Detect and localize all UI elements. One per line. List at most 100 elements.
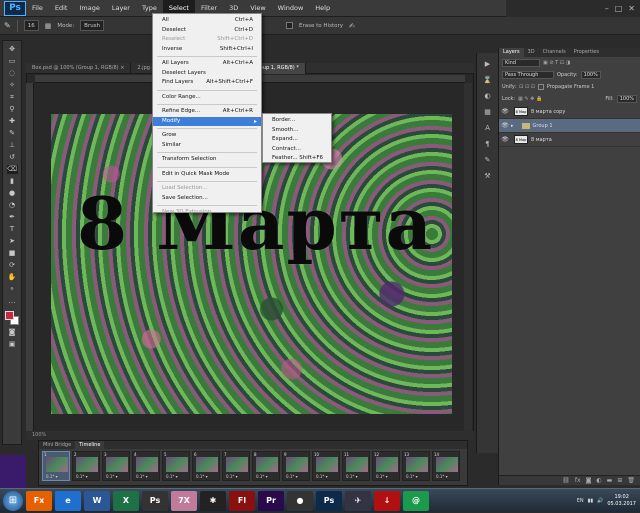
select-menu-item[interactable]: Reselect Shift+Ctrl+D (153, 35, 261, 45)
modify-menu-item[interactable]: Feather... Shift+F6 (263, 154, 331, 164)
quick-mask-icon[interactable]: ◙ (7, 328, 18, 337)
quick-select-tool-icon[interactable]: ✧ (7, 81, 18, 90)
frame-delay[interactable]: 0.1* ▾ (226, 474, 238, 479)
path-select-tool-icon[interactable]: ➤ (7, 237, 18, 246)
clone-stamp-tool-icon[interactable]: ⊥ (7, 141, 18, 150)
taskbar-app-icon[interactable]: W (84, 490, 110, 511)
select-menu-item[interactable]: Grow (153, 131, 261, 141)
select-menu-item[interactable]: Transform Selection (153, 155, 261, 165)
visibility-eye-icon[interactable]: 👁 (499, 122, 511, 129)
marquee-tool-icon[interactable]: ▭ (7, 57, 18, 66)
close-button[interactable]: ✕ (628, 4, 635, 13)
clock[interactable]: 19:02 05.03.2017 (607, 494, 636, 508)
select-menu-item[interactable]: Inverse Shift+Ctrl+I (153, 45, 261, 55)
menu-file[interactable]: File (26, 0, 49, 17)
volume-icon[interactable]: 🔊 (597, 498, 603, 504)
doc-tab-box[interactable]: Box.psd @ 100% (Group 1, RGB/8) × (26, 63, 132, 74)
taskbar-app-icon[interactable]: ✈ (345, 490, 371, 511)
tablet-pressure-icon[interactable]: ✍ (349, 22, 355, 30)
text-icon[interactable]: A (481, 123, 495, 133)
zoom-tool-icon[interactable]: ⚬ (7, 285, 18, 294)
timeline-frame[interactable]: 1 0.1* ▾ (42, 451, 70, 481)
brush-preset-icon[interactable]: ✎ (481, 155, 495, 165)
layer-row[interactable]: 👁 8 Map 8 марта copy (499, 105, 640, 119)
select-menu-item[interactable]: All Ctrl+A (153, 16, 261, 26)
select-menu-item[interactable]: Modify ▸ (153, 116, 261, 126)
select-menu-item[interactable]: Deselect Ctrl+D (153, 26, 261, 36)
new-layer-icon[interactable]: ⊞ (617, 477, 622, 484)
brush-panel-icon[interactable]: ▦ (45, 22, 52, 30)
frame-delay[interactable]: 0.1* ▾ (136, 474, 148, 479)
3d-tool-icon[interactable]: ⟳ (7, 261, 18, 270)
taskbar-app-icon[interactable]: Pr (258, 490, 284, 511)
taskbar-app-icon[interactable]: ✱ (200, 490, 226, 511)
tab-layers[interactable]: Layers (499, 48, 524, 57)
menu-image[interactable]: Image (73, 0, 105, 17)
timeline-frame[interactable]: 14 0.1* ▾ (432, 451, 460, 481)
blend-mode-select[interactable]: Pass Through (502, 71, 554, 79)
erase-history-checkbox[interactable] (286, 22, 294, 29)
paragraph-icon[interactable]: ¶ (481, 139, 495, 149)
taskbar-app-icon[interactable]: Fl (229, 490, 255, 511)
tab-properties[interactable]: Properties (570, 48, 603, 57)
link-layers-icon[interactable]: ⛓ (562, 477, 570, 484)
layer-row[interactable]: 👁 8 Map 8 марта (499, 133, 640, 147)
taskbar-app-icon[interactable]: Ps (142, 490, 168, 511)
maximize-button[interactable]: □ (615, 4, 623, 13)
history-brush-tool-icon[interactable]: ↺ (7, 153, 18, 162)
timeline-frame[interactable]: 13 0.1* ▾ (402, 451, 430, 481)
taskbar-app-icon[interactable]: 7X (171, 490, 197, 511)
gradient-tool-icon[interactable]: ▮ (7, 177, 18, 186)
color-icon[interactable]: ◐ (481, 91, 495, 101)
fill-field[interactable]: 100% (616, 95, 637, 103)
modify-menu-item[interactable]: Border... (263, 116, 331, 126)
frame-delay[interactable]: 0.1* ▾ (406, 474, 418, 479)
shape-tool-icon[interactable]: ■ (7, 249, 18, 258)
brush-size-field[interactable]: 16 (23, 20, 39, 31)
timeline-frame[interactable]: 7 0.1* ▾ (222, 451, 250, 481)
eraser-tool-icon[interactable]: ⌫ (6, 165, 18, 174)
frame-delay[interactable]: 0.1* ▾ (346, 474, 358, 479)
vertical-scrollbar[interactable] (464, 83, 472, 431)
language-indicator[interactable]: EN (577, 498, 584, 504)
timeline-frame[interactable]: 10 0.1* ▾ (312, 451, 340, 481)
healing-tool-icon[interactable]: ✚ (7, 117, 18, 126)
select-menu-item[interactable]: New 3D Extrusion (153, 208, 261, 218)
select-menu-item[interactable]: Edit in Quick Mask Mode (153, 170, 261, 180)
expand-arrow-icon[interactable]: ▸ (511, 123, 514, 129)
eraser-icon[interactable]: ✎ (4, 21, 11, 30)
select-menu-item[interactable]: All Layers Alt+Ctrl+A (153, 59, 261, 69)
taskbar-app-icon[interactable]: Ps (316, 490, 342, 511)
taskbar-app-icon[interactable]: X (113, 490, 139, 511)
select-menu-item[interactable]: Load Selection... (153, 184, 261, 194)
taskbar-app-icon[interactable]: @ (403, 490, 429, 511)
timeline-frame[interactable]: 8 0.1* ▾ (252, 451, 280, 481)
timeline-frame[interactable]: 2 0.1* ▾ (72, 451, 100, 481)
select-menu-item[interactable]: Save Selection... (153, 194, 261, 204)
type-tool-icon[interactable]: T (7, 225, 18, 234)
frame-delay[interactable]: 0.1* ▾ (316, 474, 328, 479)
menu-help[interactable]: Help (309, 0, 336, 17)
frame-delay[interactable]: 0.1* ▾ (46, 474, 58, 479)
timeline-frame[interactable]: 3 0.1* ▾ (102, 451, 130, 481)
timeline-frame[interactable]: 5 0.1* ▾ (162, 451, 190, 481)
eyedropper-tool-icon[interactable]: ⚲ (7, 105, 18, 114)
network-icon[interactable]: ▮▮ (588, 498, 594, 504)
color-swatches[interactable] (5, 311, 19, 325)
select-menu-item[interactable]: Color Range... (153, 93, 261, 103)
select-menu-item[interactable]: Similar (153, 141, 261, 151)
hand-tool-icon[interactable]: ✋ (7, 273, 18, 282)
taskbar-app-icon[interactable]: e (55, 490, 81, 511)
frame-delay[interactable]: 0.1* ▾ (286, 474, 298, 479)
timeline-frame[interactable]: 6 0.1* ▾ (192, 451, 220, 481)
tab-timeline[interactable]: Timeline (75, 441, 105, 449)
screen-mode-icon[interactable]: ▣ (7, 340, 18, 349)
unify-icons[interactable]: ⊡ ⊡ ⊡ (519, 84, 535, 90)
timeline-frame[interactable]: 12 0.1* ▾ (372, 451, 400, 481)
taskbar-app-icon[interactable]: ↓ (374, 490, 400, 511)
modify-menu-item[interactable]: Contract... (263, 145, 331, 155)
timeline-frame[interactable]: 4 0.1* ▾ (132, 451, 160, 481)
minimize-button[interactable]: – (605, 4, 609, 13)
tab-channels[interactable]: Channels (539, 48, 570, 57)
pen-tool-icon[interactable]: ✒ (7, 213, 18, 222)
